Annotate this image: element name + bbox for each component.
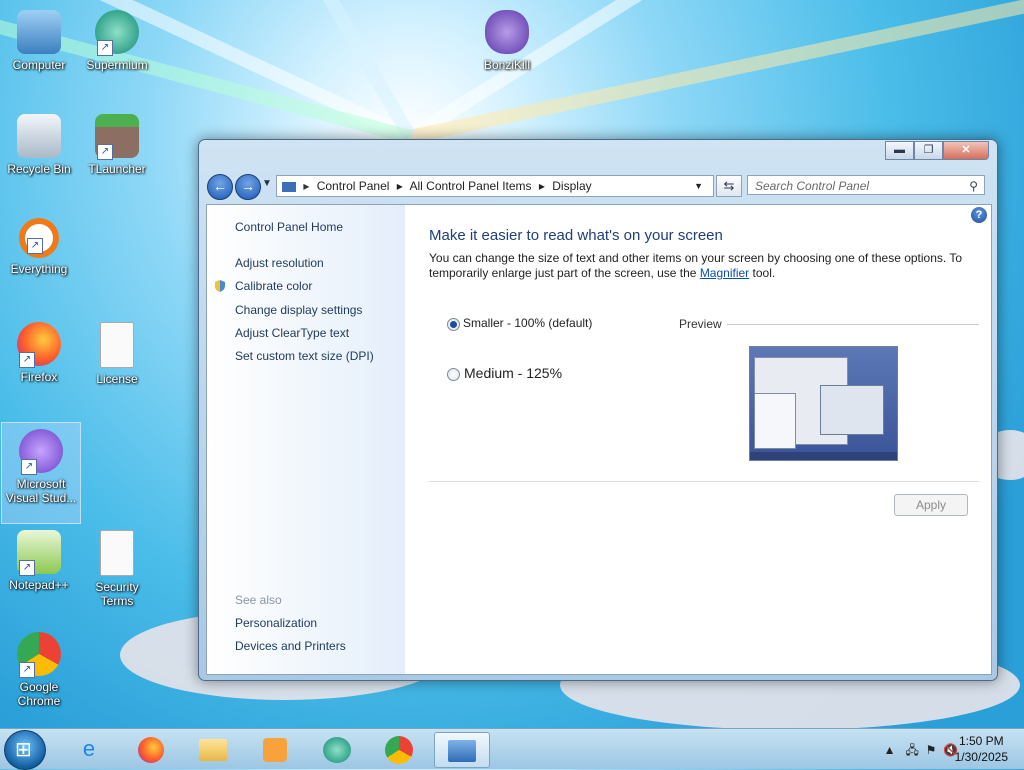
taskbar-control-panel-icon[interactable] bbox=[434, 732, 490, 768]
sidebar-link-devices-printers[interactable]: Devices and Printers bbox=[235, 639, 346, 653]
control-panel-window: ▬ ❐ ✕ ← → ▼ ▸ Control Panel ▸ All Contro… bbox=[198, 139, 998, 681]
desktop-icon-bonzikill[interactable]: BonziKill bbox=[468, 4, 546, 104]
network-icon[interactable]: 🖧 bbox=[906, 743, 919, 757]
preview-label: Preview bbox=[679, 317, 722, 331]
breadcrumb-all-items[interactable]: All Control Panel Items bbox=[409, 179, 531, 193]
breadcrumb-control-panel[interactable]: Control Panel bbox=[317, 179, 390, 193]
see-also-heading: See also bbox=[235, 593, 282, 607]
show-hidden-icons-icon[interactable]: ▲ bbox=[884, 743, 896, 757]
breadcrumb-separator-icon: ▸ bbox=[538, 179, 545, 193]
desktop-icon-visual-studio[interactable]: ↗ Microsoft Visual Stud... bbox=[1, 422, 81, 524]
taskbar: e ▲ 🖧 ⚑ 🔇 1:50 PM 1/30/2025 bbox=[0, 728, 1024, 770]
search-placeholder: Search Control Panel bbox=[755, 179, 870, 193]
sidebar-link-home[interactable]: Control Panel Home bbox=[235, 220, 343, 234]
tlauncher-icon: ↗ bbox=[95, 114, 139, 160]
document-icon bbox=[100, 322, 134, 368]
desktop-icon-chrome[interactable]: ↗ Google Chrome bbox=[0, 626, 78, 726]
notepadpp-icon: ↗ bbox=[17, 530, 61, 576]
apply-button[interactable]: Apply bbox=[894, 494, 968, 516]
forward-button[interactable]: → bbox=[235, 174, 261, 200]
option-smaller-label[interactable]: Smaller - 100% (default) bbox=[463, 316, 592, 330]
clock-time: 1:50 PM bbox=[958, 734, 1004, 748]
description-tail: tool. bbox=[749, 266, 776, 280]
everything-icon: ↗ bbox=[19, 218, 59, 258]
taskbar-firefox-icon[interactable] bbox=[124, 732, 178, 766]
recycle-bin-icon bbox=[17, 114, 61, 158]
chrome-icon: ↗ bbox=[17, 632, 61, 678]
minimize-button[interactable]: ▬ bbox=[885, 141, 914, 160]
firefox-icon: ↗ bbox=[17, 322, 61, 368]
close-button[interactable]: ✕ bbox=[943, 141, 989, 160]
navigation-bar: ← → ▼ ▸ Control Panel ▸ All Control Pane… bbox=[207, 173, 989, 200]
action-center-flag-icon[interactable]: ⚑ bbox=[926, 743, 937, 757]
sidebar-link-adjust-resolution[interactable]: Adjust resolution bbox=[235, 256, 324, 270]
maximize-button[interactable]: ❐ bbox=[914, 141, 943, 160]
supermium-icon: ↗ bbox=[95, 10, 139, 56]
bonzikill-icon bbox=[485, 10, 529, 54]
search-input[interactable]: Search Control Panel ⚲ bbox=[747, 175, 985, 195]
recent-pages-dropdown-icon[interactable]: ▼ bbox=[262, 178, 272, 189]
back-button[interactable]: ← bbox=[207, 174, 233, 200]
sidebar: Control Panel Home Adjust resolution Cal… bbox=[207, 205, 405, 674]
sidebar-link-personalization[interactable]: Personalization bbox=[235, 616, 317, 630]
radio-smaller[interactable] bbox=[447, 318, 460, 331]
sidebar-link-custom-text-size[interactable]: Set custom text size (DPI) bbox=[235, 349, 374, 363]
control-panel-icon bbox=[282, 181, 296, 192]
breadcrumb-separator-icon: ▸ bbox=[396, 179, 403, 193]
desktop-icon-computer[interactable]: Computer bbox=[0, 4, 78, 104]
address-bar[interactable]: ▸ Control Panel ▸ All Control Panel Item… bbox=[276, 175, 714, 197]
section-divider bbox=[429, 481, 979, 482]
content-area: Control Panel Home Adjust resolution Cal… bbox=[206, 204, 992, 675]
address-dropdown-icon[interactable]: ▼ bbox=[694, 176, 703, 196]
desktop-icon-tlauncher[interactable]: ↗ TLauncher bbox=[78, 108, 156, 208]
refresh-button[interactable]: ⇆ bbox=[716, 175, 742, 197]
document-icon bbox=[100, 530, 134, 576]
search-icon[interactable]: ⚲ bbox=[969, 176, 978, 196]
breadcrumb-display[interactable]: Display bbox=[552, 179, 591, 193]
window-controls: ▬ ❐ ✕ bbox=[885, 141, 989, 160]
desktop-icon-firefox[interactable]: ↗ Firefox bbox=[0, 316, 78, 416]
sidebar-link-change-display-settings[interactable]: Change display settings bbox=[235, 303, 362, 317]
desktop-icon-recycle-bin[interactable]: Recycle Bin bbox=[0, 108, 78, 208]
visual-studio-icon: ↗ bbox=[19, 429, 63, 475]
sidebar-link-calibrate-color[interactable]: Calibrate color bbox=[235, 279, 312, 293]
breadcrumb-separator-icon: ▸ bbox=[303, 179, 310, 193]
desktop-icon-license[interactable]: License bbox=[78, 316, 156, 416]
media-player-icon[interactable] bbox=[248, 732, 302, 766]
internet-explorer-icon[interactable]: e bbox=[62, 732, 116, 766]
desktop-icon-notepadpp[interactable]: ↗ Notepad++ bbox=[0, 524, 78, 624]
sidebar-link-adjust-cleartype[interactable]: Adjust ClearType text bbox=[235, 326, 349, 340]
start-button[interactable] bbox=[4, 730, 46, 770]
computer-icon bbox=[17, 10, 61, 54]
desktop-icon-everything[interactable]: ↗ Everything bbox=[0, 212, 78, 312]
help-icon[interactable]: ? bbox=[971, 207, 987, 223]
radio-medium[interactable] bbox=[447, 368, 460, 381]
magnifier-link[interactable]: Magnifier bbox=[700, 266, 749, 280]
system-tray: ▲ 🖧 ⚑ 🔇 bbox=[884, 741, 958, 762]
taskbar-chrome-icon[interactable] bbox=[372, 732, 426, 766]
taskbar-supermium-icon[interactable] bbox=[310, 732, 364, 766]
description-text: You can change the size of text and othe… bbox=[429, 251, 963, 280]
option-medium-label[interactable]: Medium - 125% bbox=[464, 365, 562, 381]
preview-image bbox=[749, 346, 898, 461]
desktop-icon-supermium[interactable]: ↗ Supermium bbox=[78, 4, 156, 104]
clock[interactable]: 1:50 PM 1/30/2025 bbox=[955, 733, 1008, 765]
clock-date: 1/30/2025 bbox=[954, 750, 1008, 764]
file-explorer-icon[interactable] bbox=[186, 732, 240, 766]
page-heading: Make it easier to read what's on your sc… bbox=[429, 227, 723, 244]
uac-shield-icon bbox=[215, 280, 225, 292]
page-description: You can change the size of text and othe… bbox=[429, 251, 969, 281]
desktop-icon-security-terms[interactable]: Security Terms bbox=[78, 524, 156, 624]
preview-divider bbox=[727, 324, 979, 325]
